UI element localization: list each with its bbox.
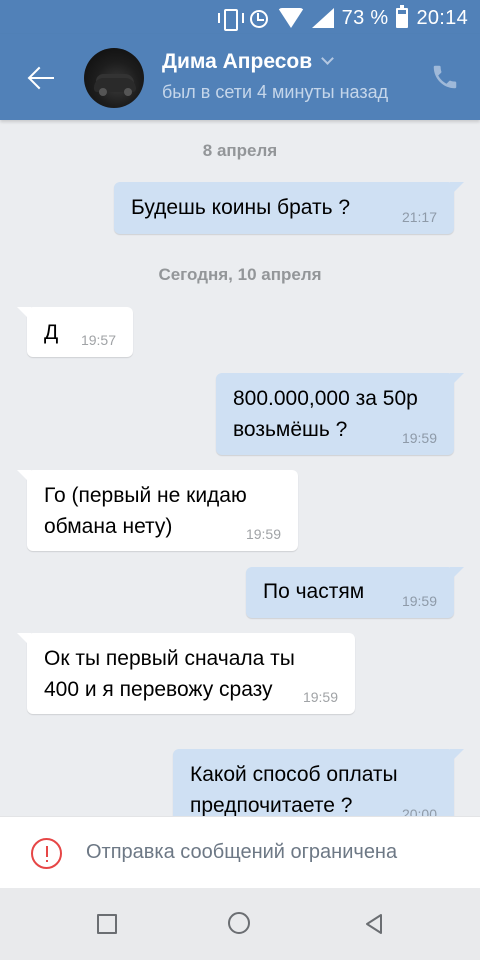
- message-text: По частям: [263, 580, 365, 603]
- alarm-icon: [248, 7, 270, 29]
- message-text: Будешь коины брать ?: [131, 196, 351, 219]
- restriction-text: Отправка сообщений ограничена: [86, 841, 398, 863]
- message-incoming[interactable]: Го (первый не кидаю обмана нету) 19:59: [17, 470, 298, 551]
- avatar[interactable]: [84, 48, 144, 108]
- message-outgoing[interactable]: Будешь коины брать ? 21:17: [114, 182, 464, 234]
- message-text: Го (первый не кидаю обмана нету): [44, 484, 247, 538]
- status-bar: 73 % 20:14: [0, 0, 480, 34]
- battery-icon: [396, 5, 409, 28]
- date-separator: Сегодня, 10 апреля: [158, 265, 322, 284]
- back-arrow-icon[interactable]: [20, 58, 60, 98]
- message-time: 19:59: [401, 593, 437, 609]
- system-navigation-bar: [0, 888, 480, 960]
- battery-percent: 73 %: [341, 6, 389, 29]
- vibrate-icon: [217, 8, 244, 31]
- home-icon[interactable]: [228, 912, 252, 936]
- message-outgoing[interactable]: По частям 19:59: [246, 567, 464, 618]
- message-outgoing[interactable]: Какой способ оплаты предпочитаете ? 20:0…: [173, 749, 464, 816]
- wifi-icon: [277, 8, 304, 28]
- warning-icon: [31, 838, 62, 869]
- message-time: 19:57: [80, 332, 116, 348]
- phone-icon[interactable]: [430, 62, 460, 92]
- message-text: 800.000,000 за 50р возьмёшь ?: [233, 387, 418, 441]
- recent-apps-icon[interactable]: [95, 912, 119, 936]
- clock: 20:14: [416, 6, 468, 29]
- date-separator: 8 апреля: [202, 141, 278, 160]
- message-text: Ок ты первый сначала ты 400 и я перевожу…: [44, 647, 295, 701]
- message-text: Д: [44, 321, 59, 344]
- messaging-restricted-bar: Отправка сообщений ограничена: [0, 816, 480, 888]
- message-time: 21:17: [401, 209, 437, 225]
- chevron-down-icon: [322, 56, 334, 68]
- chat-header: Дима Апресов был в сети 4 минуты назад: [0, 34, 480, 120]
- message-outgoing[interactable]: 800.000,000 за 50р возьмёшь ? 19:59: [216, 373, 464, 455]
- nav-back-icon[interactable]: [362, 912, 386, 936]
- message-incoming[interactable]: Ок ты первый сначала ты 400 и я перевожу…: [17, 633, 355, 714]
- message-time: 19:59: [245, 526, 281, 542]
- message-time: 19:59: [401, 430, 437, 446]
- contact-name: Дима Апресов: [162, 50, 313, 73]
- contact-title[interactable]: Дима Апресов: [162, 50, 334, 74]
- last-seen-status: был в сети 4 минуты назад: [162, 82, 389, 102]
- message-time: 20:00: [401, 806, 437, 816]
- signal-icon: [311, 8, 334, 28]
- message-list[interactable]: 8 апреля Будешь коины брать ? 21:17 Сего…: [0, 120, 480, 816]
- message-incoming[interactable]: Д 19:57: [17, 307, 133, 357]
- message-text: Какой способ оплаты предпочитаете ?: [190, 763, 398, 816]
- message-time: 19:59: [302, 689, 338, 705]
